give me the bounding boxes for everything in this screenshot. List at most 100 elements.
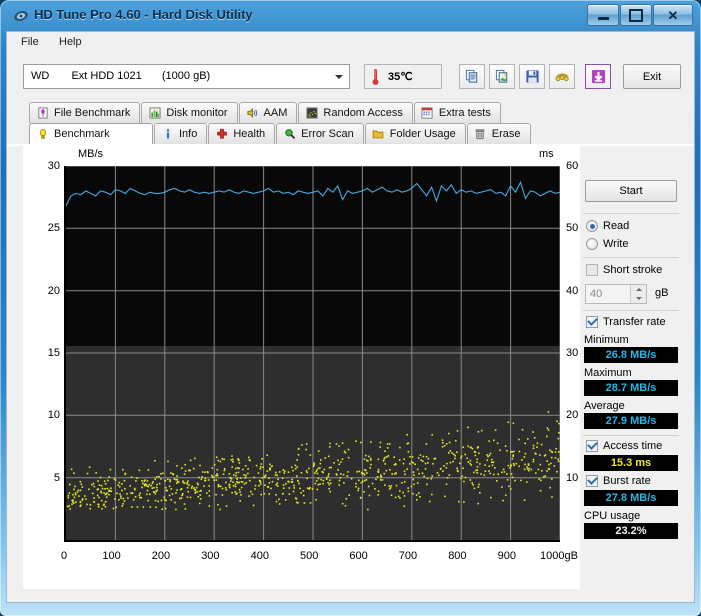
maximum-value: 28.7 MB/s bbox=[605, 382, 657, 394]
options-icon[interactable] bbox=[549, 64, 575, 89]
toolbar: WD Ext HDD 1021 (1000 gB) 35℃ Exit bbox=[7, 54, 694, 103]
menu-file-label: File bbox=[21, 36, 39, 48]
tab-error-scan[interactable]: Error Scan bbox=[276, 123, 364, 144]
tab-file-benchmark[interactable]: File Benchmark bbox=[29, 102, 141, 123]
average-value: 27.9 MB/s bbox=[605, 415, 657, 427]
menu-help[interactable]: Help bbox=[59, 36, 82, 48]
x-tick-700: 700 bbox=[398, 550, 418, 562]
menu-file[interactable]: File bbox=[21, 36, 39, 48]
minimum-value: 26.8 MB/s bbox=[605, 349, 657, 361]
minimum-readout: 26.8 MB/s bbox=[584, 347, 678, 363]
cpu-usage-label: CPU usage bbox=[584, 510, 641, 522]
tab-extra-tests-label: Extra tests bbox=[438, 107, 491, 119]
tab-info[interactable]: Info bbox=[154, 123, 208, 144]
x-tick-0: 0 bbox=[61, 550, 68, 562]
checkbox-short-stroke[interactable]: Short stroke bbox=[586, 264, 662, 276]
tab-disk-monitor[interactable]: Disk monitor bbox=[141, 102, 238, 123]
tab-folder-usage-label: Folder Usage bbox=[389, 128, 456, 140]
tab-row-lower: Benchmark Info Health Error Scan Folder … bbox=[29, 123, 532, 144]
x-tick-800: 800 bbox=[448, 550, 467, 562]
benchmark-chart: MB/s ms 5 10 15 20 25 30 10 20 30 40 50 60 0 100 200… bbox=[23, 146, 580, 589]
radio-write[interactable]: Write bbox=[586, 238, 628, 250]
download-icon[interactable] bbox=[585, 64, 611, 89]
info-icon bbox=[161, 128, 174, 141]
temperature-indicator: 35℃ bbox=[364, 64, 442, 89]
app-window: HD Tune Pro 4.60 - Hard Disk Utility ✕ F… bbox=[0, 0, 701, 616]
thermometer-icon bbox=[372, 69, 379, 85]
speaker-icon bbox=[246, 107, 259, 120]
plot-area bbox=[64, 166, 560, 542]
tab-strip: File Benchmark Disk monitor AAM Random A… bbox=[7, 102, 694, 146]
tab-folder-usage[interactable]: Folder Usage bbox=[364, 123, 466, 144]
disk-icon bbox=[14, 11, 28, 21]
health-cross-icon bbox=[215, 128, 228, 141]
tab-row-upper: File Benchmark Disk monitor AAM Random A… bbox=[29, 102, 502, 123]
y-tick-30: 30 bbox=[47, 160, 60, 172]
maximize-button[interactable] bbox=[620, 4, 652, 26]
y-tick-20: 20 bbox=[47, 284, 60, 297]
checkbox-access-time-label: Access time bbox=[603, 440, 663, 452]
divider-4 bbox=[583, 435, 679, 436]
checkbox-short-stroke-box bbox=[586, 264, 598, 276]
extra-tests-icon bbox=[421, 107, 434, 120]
y-tick-5: 5 bbox=[53, 471, 60, 484]
checkbox-burst-rate-box bbox=[586, 475, 598, 487]
stepper-down-icon[interactable] bbox=[635, 297, 642, 300]
checkbox-access-time-box bbox=[586, 440, 598, 452]
short-stroke-unit: gB bbox=[655, 287, 669, 299]
divider-1 bbox=[583, 213, 679, 214]
stepper-up-icon[interactable] bbox=[635, 288, 642, 291]
title-bar: HD Tune Pro 4.60 - Hard Disk Utility ✕ bbox=[0, 0, 701, 31]
y-axis-label: MB/s bbox=[78, 148, 104, 160]
access-time-readout: 15.3 ms bbox=[584, 455, 678, 471]
radio-write-label: Write bbox=[603, 238, 629, 250]
start-button[interactable]: Start bbox=[585, 180, 677, 202]
menu-bar: File Help bbox=[7, 32, 694, 55]
radio-read[interactable]: Read bbox=[586, 220, 629, 232]
burst-rate-readout: 27.8 MB/s bbox=[584, 490, 678, 506]
copy-image-icon[interactable] bbox=[489, 64, 515, 89]
tab-extra-tests[interactable]: Extra tests bbox=[413, 102, 501, 123]
drive-selector-text: WD Ext HDD 1021 (1000 gB) bbox=[31, 70, 210, 82]
tab-file-benchmark-label: File Benchmark bbox=[54, 107, 131, 119]
checkbox-transfer-rate[interactable]: Transfer rate bbox=[586, 316, 666, 328]
checkbox-burst-rate[interactable]: Burst rate bbox=[586, 475, 651, 487]
x-tick-900: 900 bbox=[497, 550, 516, 562]
stepper-arrows[interactable] bbox=[630, 285, 646, 303]
drive-selector[interactable]: WD Ext HDD 1021 (1000 gB) bbox=[23, 64, 350, 89]
close-button[interactable]: ✕ bbox=[653, 4, 693, 26]
start-button-label: Start bbox=[619, 185, 643, 197]
tab-aam[interactable]: AAM bbox=[238, 102, 298, 123]
checkbox-transfer-rate-box bbox=[586, 316, 598, 328]
tab-error-scan-label: Error Scan bbox=[301, 128, 354, 140]
tab-info-label: Info bbox=[179, 128, 198, 140]
y2-axis-label: ms bbox=[539, 148, 554, 160]
copy-icon[interactable] bbox=[459, 64, 485, 89]
tab-erase[interactable]: Erase bbox=[466, 123, 531, 144]
chart-canvas bbox=[66, 166, 560, 540]
x-tick-100: 100 bbox=[102, 550, 121, 562]
folder-icon bbox=[372, 128, 385, 141]
x-tick-1000: 1000gB bbox=[540, 550, 578, 562]
short-stroke-value: 40 bbox=[590, 288, 603, 300]
radio-read-label: Read bbox=[603, 220, 630, 232]
short-stroke-stepper[interactable]: 40 bbox=[585, 284, 647, 304]
tab-health[interactable]: Health bbox=[208, 123, 276, 144]
exit-button-label: Exit bbox=[642, 70, 662, 83]
minimize-button[interactable] bbox=[587, 4, 619, 26]
chevron-down-icon bbox=[335, 75, 343, 79]
tab-random-access-label: Random Access bbox=[323, 107, 403, 119]
menu-help-label: Help bbox=[59, 36, 82, 48]
drive-vendor: WD bbox=[31, 70, 50, 82]
temperature-value: 35℃ bbox=[388, 71, 413, 83]
tab-benchmark[interactable]: Benchmark bbox=[29, 123, 153, 144]
save-icon[interactable] bbox=[519, 64, 545, 89]
checkbox-access-time[interactable]: Access time bbox=[586, 440, 662, 452]
divider-2 bbox=[583, 257, 679, 258]
tab-random-access[interactable]: Random Access bbox=[298, 102, 413, 123]
client-area: File Help WD Ext HDD 1021 (1000 gB) 35℃ … bbox=[6, 31, 695, 603]
random-access-icon bbox=[305, 107, 318, 120]
exit-button[interactable]: Exit bbox=[623, 64, 681, 89]
y-tick-25: 25 bbox=[47, 222, 60, 235]
drive-model: Ext HDD 1021 bbox=[71, 70, 142, 82]
